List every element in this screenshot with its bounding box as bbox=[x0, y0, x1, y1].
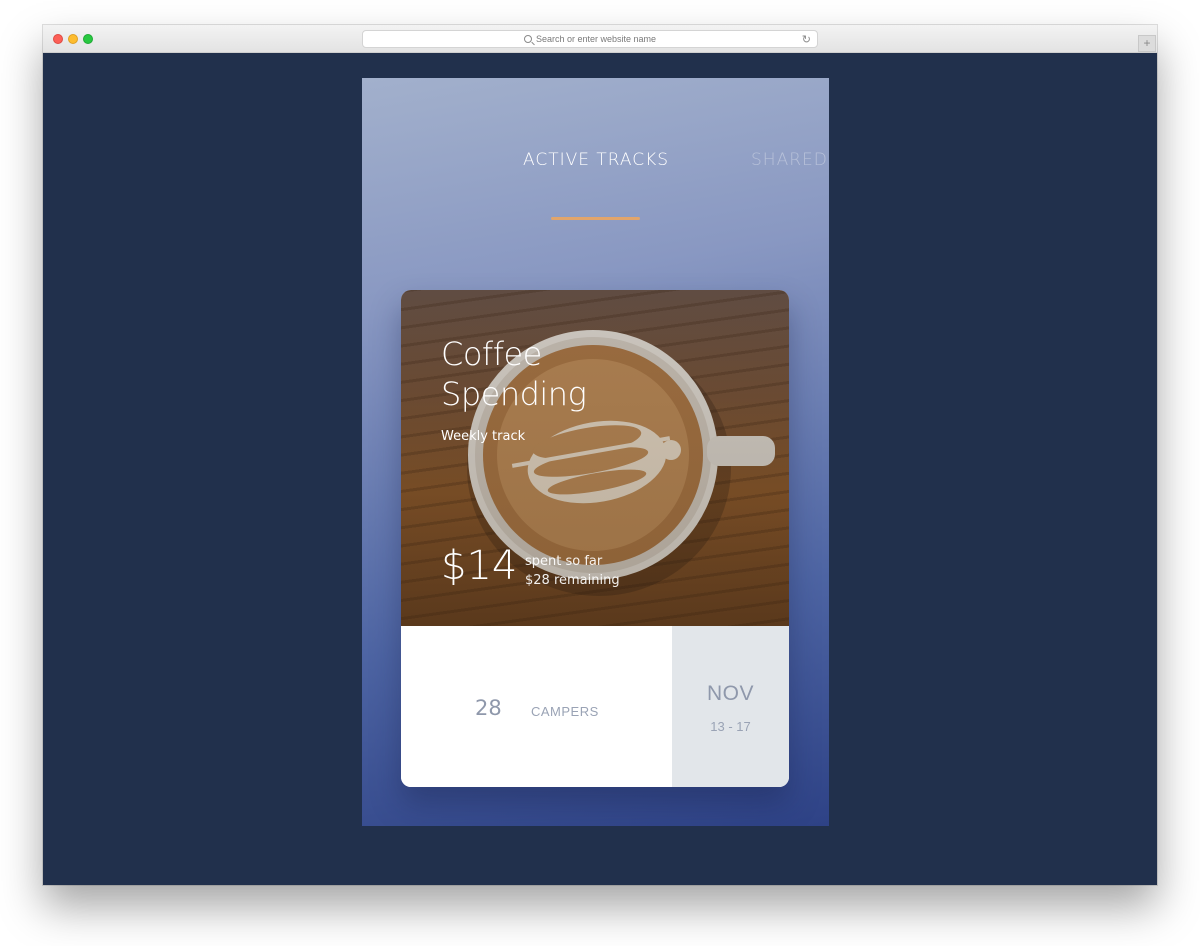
coffee-photo: Coffee Spending Weekly track $14 spent s… bbox=[401, 290, 789, 626]
month-label: NOV bbox=[706, 682, 754, 705]
new-tab-button[interactable]: + bbox=[1138, 35, 1156, 52]
card-footer-stats: 28 CAMPERS bbox=[401, 626, 672, 787]
date-range: 13 - 17 bbox=[710, 719, 751, 734]
maximize-window-button[interactable] bbox=[83, 34, 93, 44]
campers-count: 28 bbox=[475, 696, 502, 720]
spent-label: spent so far bbox=[525, 554, 603, 569]
minimize-window-button[interactable] bbox=[68, 34, 78, 44]
phone-screen: ACTIVE TRACKS SHARED Coffee Spending Wee… bbox=[362, 78, 829, 826]
track-card[interactable]: Coffee Spending Weekly track $14 spent s… bbox=[401, 290, 789, 787]
card-title-line1: Coffee bbox=[441, 335, 542, 373]
remaining-label: $28 remaining bbox=[525, 573, 620, 588]
amount-spent: $14 bbox=[441, 543, 518, 589]
card-subtitle: Weekly track bbox=[441, 429, 526, 444]
reload-icon[interactable]: ↻ bbox=[802, 33, 811, 46]
campers-label: CAMPERS bbox=[531, 704, 599, 719]
address-bar[interactable]: Search or enter website name ↻ bbox=[362, 30, 818, 48]
card-title: Coffee Spending bbox=[441, 334, 587, 414]
search-icon bbox=[523, 35, 532, 43]
tab-active-tracks[interactable]: ACTIVE TRACKS bbox=[523, 150, 669, 170]
address-placeholder: Search or enter website name bbox=[535, 34, 657, 44]
card-footer-date: NOV 13 - 17 bbox=[672, 626, 789, 787]
browser-titlebar: Search or enter website name ↻ + bbox=[43, 25, 1157, 53]
tab-indicator bbox=[551, 217, 640, 220]
tab-shared[interactable]: SHARED bbox=[751, 150, 828, 170]
close-window-button[interactable] bbox=[53, 34, 63, 44]
card-title-line2: Spending bbox=[441, 375, 587, 413]
amount-details: spent so far $28 remaining bbox=[525, 552, 620, 590]
